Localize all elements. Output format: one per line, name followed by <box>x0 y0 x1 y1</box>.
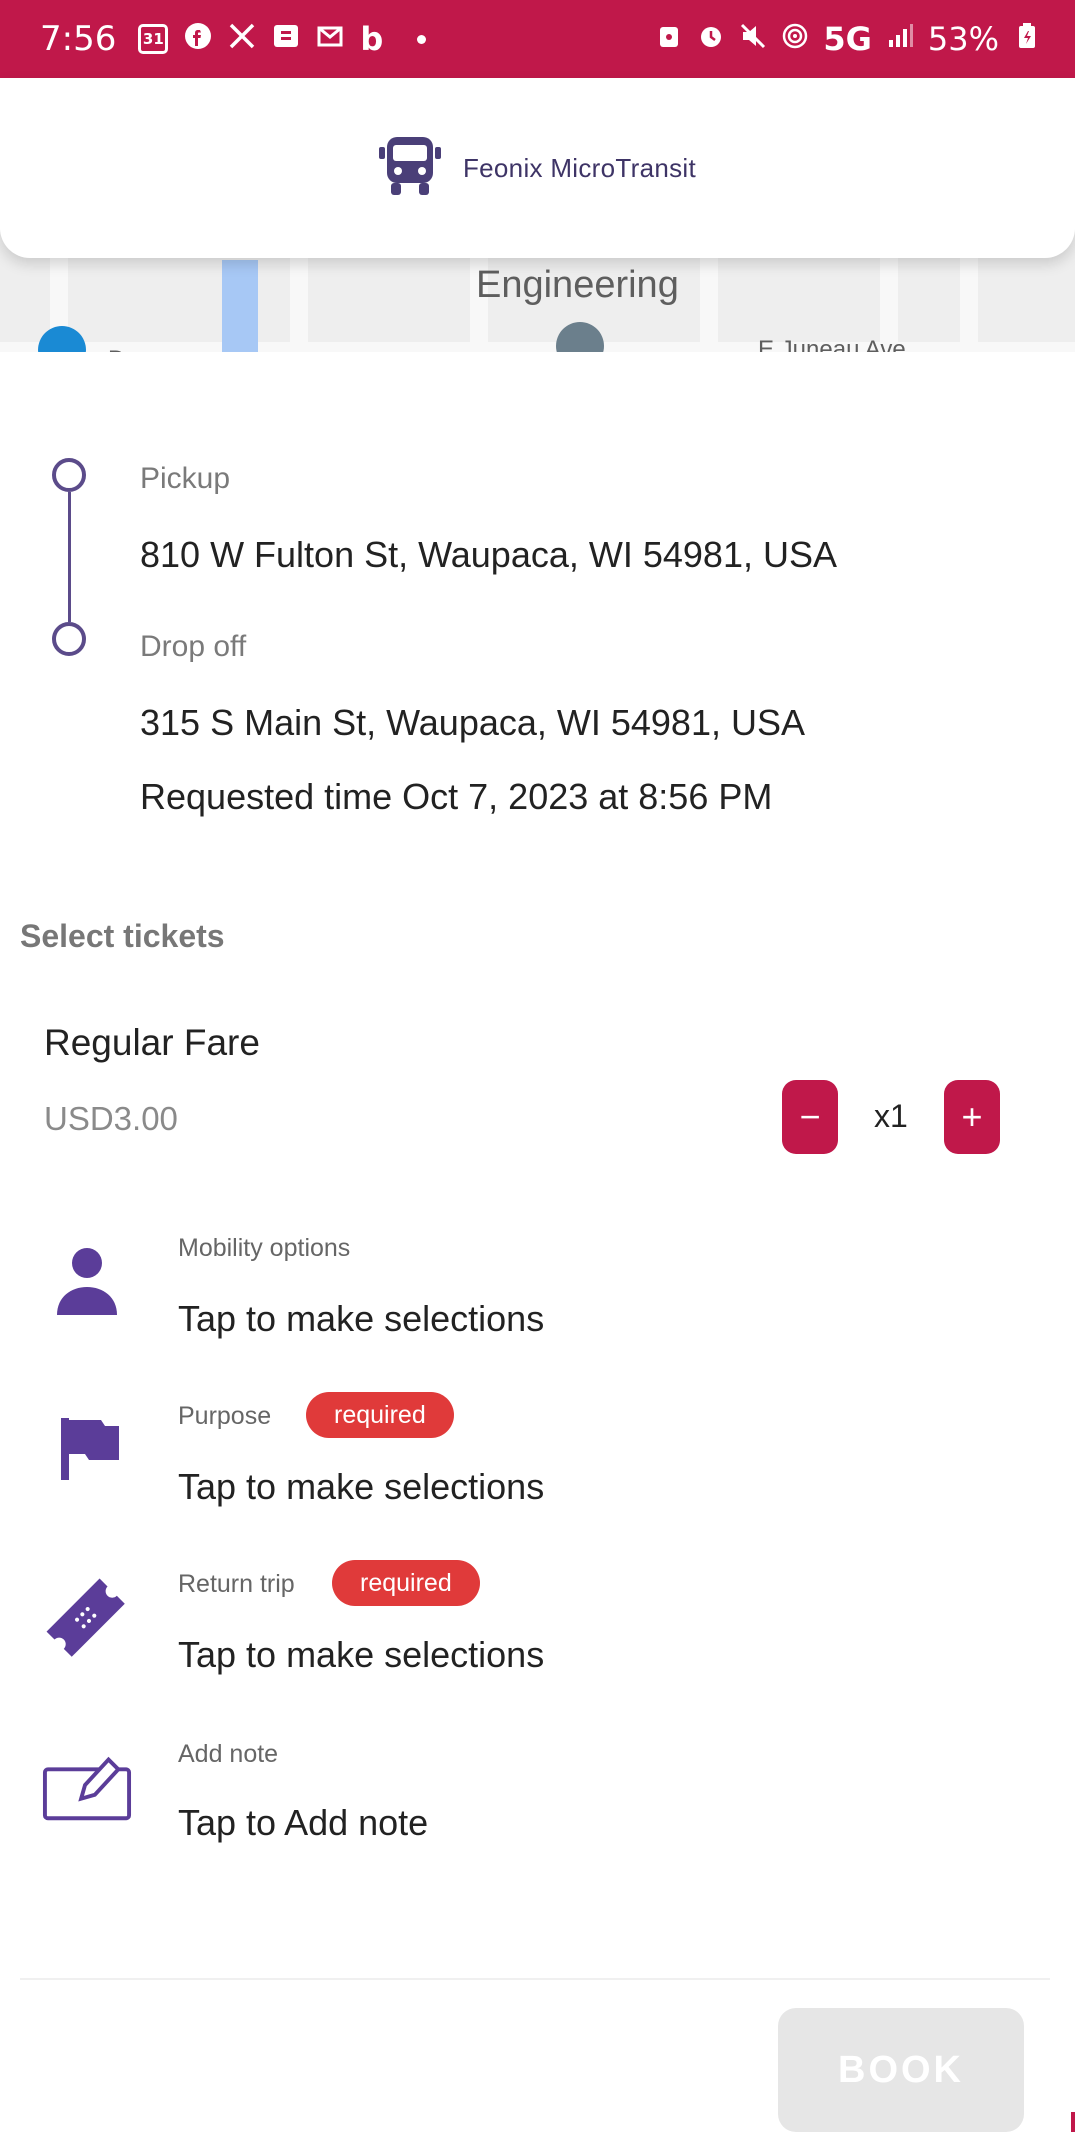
decrease-quantity-button[interactable]: − <box>782 1080 838 1154</box>
mute-icon <box>739 20 767 58</box>
x-icon <box>228 20 256 58</box>
edge-indicator <box>1071 2112 1075 2132</box>
option-label: Return trip <box>178 1570 295 1598</box>
b-app-icon: b <box>360 20 384 58</box>
hotspot-icon <box>781 20 809 58</box>
battery-percent: 53% <box>927 20 999 58</box>
required-badge: required <box>306 1392 454 1438</box>
lock-icon <box>655 20 683 58</box>
option-label: Add note <box>178 1740 279 1768</box>
pickup-dot-icon <box>52 458 86 492</box>
dropoff-dot-icon <box>52 622 86 656</box>
option-value: Tap to make selections <box>178 1634 545 1675</box>
status-time: 7:56 <box>40 19 117 59</box>
battery-icon <box>1013 20 1041 58</box>
option-label: Purpose <box>178 1402 272 1430</box>
fare-price: USD3.00 <box>44 1100 178 1137</box>
flag-icon <box>44 1404 134 1494</box>
dropoff-label: Drop off <box>140 630 247 663</box>
option-value: Tap to Add note <box>178 1802 429 1843</box>
app-header: Feonix MicroTransit <box>0 78 1075 258</box>
network-type: 5G <box>823 20 872 58</box>
dropoff-address: 315 S Main St, Waupaca, WI 54981, USA <box>140 702 805 743</box>
select-tickets-heading: Select tickets <box>20 918 225 954</box>
store-icon <box>272 20 300 58</box>
option-value: Tap to make selections <box>178 1298 545 1339</box>
route-line <box>68 492 71 622</box>
increase-quantity-button[interactable]: + <box>944 1080 1000 1154</box>
ticket-icon <box>40 1572 130 1662</box>
book-button[interactable]: BOOK <box>778 2008 1024 2132</box>
edit-note-icon <box>42 1740 132 1830</box>
footer-divider <box>20 1978 1050 1980</box>
pickup-address: 810 W Fulton St, Waupaca, WI 54981, USA <box>140 534 837 575</box>
pickup-label: Pickup <box>140 462 231 495</box>
requested-time: Requested time Oct 7, 2023 at 8:56 PM <box>140 776 773 817</box>
app-title: Feonix MicroTransit <box>462 152 696 183</box>
dot-icon <box>417 34 427 44</box>
alarm-icon <box>697 20 725 58</box>
map-label-engineering: Engineering <box>476 264 679 306</box>
option-label: Mobility options <box>178 1234 351 1262</box>
facebook-icon <box>184 20 212 58</box>
required-badge: required <box>332 1560 480 1606</box>
person-icon <box>42 1236 132 1326</box>
option-value: Tap to make selections <box>178 1466 545 1507</box>
fare-name: Regular Fare <box>44 1022 260 1063</box>
bus-icon <box>378 133 441 204</box>
calendar-icon: 31 <box>138 24 169 54</box>
gmail-icon <box>316 20 344 58</box>
ticket-quantity: x1 <box>874 1098 908 1134</box>
signal-icon <box>886 20 914 58</box>
status-bar: 7:56 31 b 5G 53% <box>0 0 1075 78</box>
